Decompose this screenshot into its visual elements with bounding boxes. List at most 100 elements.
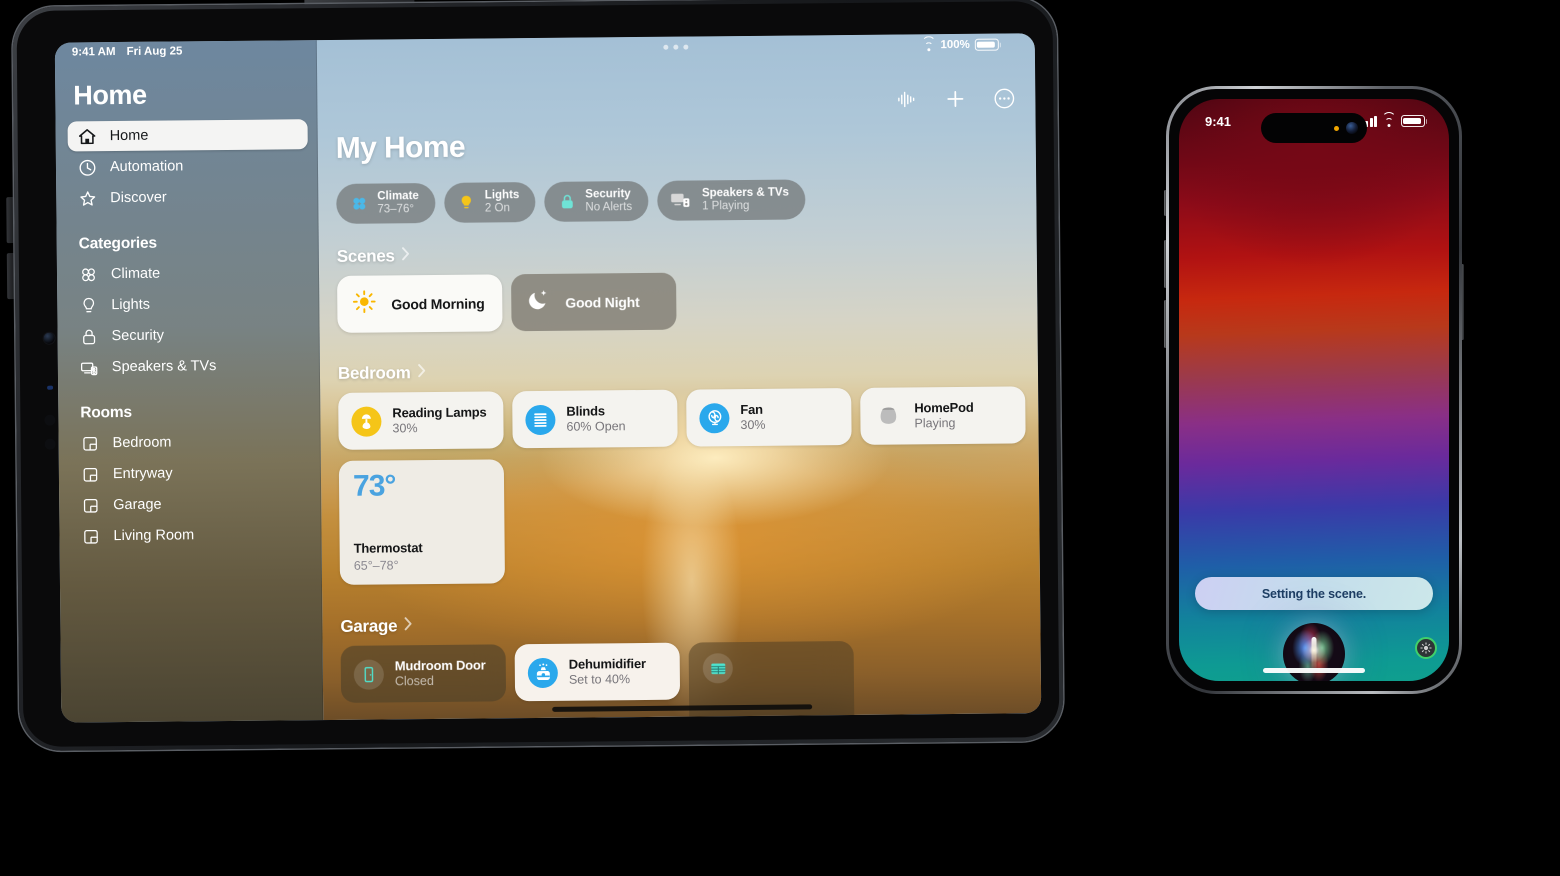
- device-tile-fan[interactable]: Fan 30%: [686, 387, 852, 447]
- scene-card-good-night[interactable]: Good Night: [511, 272, 677, 332]
- lightbulb-toggle-icon[interactable]: [1415, 637, 1437, 659]
- waveform-icon[interactable]: [893, 86, 919, 112]
- section-title: Garage: [340, 616, 398, 636]
- homepod-icon: [873, 401, 903, 431]
- dynamic-island[interactable]: [1261, 113, 1367, 143]
- sidebar-item-security[interactable]: Security: [69, 319, 309, 351]
- sun-icon: [352, 290, 376, 319]
- status-pill-subtitle: 2 On: [484, 202, 510, 215]
- ipad-microphone-icon: [44, 414, 56, 426]
- plus-icon[interactable]: [942, 86, 968, 112]
- section-header-garage[interactable]: Garage: [340, 616, 413, 637]
- door-icon: [353, 658, 384, 690]
- sidebar-item-automation[interactable]: Automation: [68, 150, 308, 182]
- device-tile-dehumidifier[interactable]: Dehumidifier Set to 40%: [514, 642, 681, 702]
- iphone-home-indicator[interactable]: [1263, 668, 1365, 673]
- status-pill-subtitle: 1 Playing: [702, 199, 750, 213]
- device-name: Fan: [740, 401, 763, 417]
- wifi-icon: [921, 35, 936, 51]
- toolbar: [893, 85, 1017, 112]
- sidebar-item-label: Security: [111, 327, 165, 345]
- device-tile-reading-lamps[interactable]: Reading Lamps 30%: [338, 391, 504, 450]
- device-tile-homepod[interactable]: HomePod Playing: [860, 386, 1026, 445]
- lock-icon: [80, 327, 99, 346]
- multitasking-control[interactable]: [663, 44, 689, 50]
- scene-label: Good Night: [565, 293, 640, 311]
- sidebar-item-label: Automation: [109, 158, 184, 176]
- clock-arrow-icon: [78, 158, 97, 177]
- sidebar-item-living-room[interactable]: Living Room: [71, 519, 311, 551]
- device-tile-thermostat[interactable]: 73° Thermostat 65°–78°: [338, 459, 505, 585]
- multitasking-dot: [673, 44, 679, 50]
- sidebar-item-garage[interactable]: Garage: [71, 488, 311, 520]
- star-icon: [78, 189, 97, 208]
- siri-response-bubble: Setting the scene.: [1195, 577, 1433, 610]
- ipad-chassis: 9:41 AM Fri Aug 25 Home Home Automation …: [12, 0, 1064, 751]
- screenshot-stage: 9:41 AM Fri Aug 25 Home Home Automation …: [0, 0, 1560, 876]
- fan-circle-icon: [699, 402, 730, 433]
- iphone-screen: 9:41 Setting the scene.: [1179, 99, 1449, 681]
- house-icon: [78, 127, 97, 146]
- sidebar-item-entryway[interactable]: Entryway: [71, 457, 311, 489]
- device-status: Playing: [914, 415, 956, 431]
- thermostat-range: 65°–78°: [353, 558, 399, 573]
- status-pill-security[interactable]: Security No Alerts: [544, 180, 649, 222]
- status-pill-speakers-tvs[interactable]: Speakers & TVs 1 Playing: [656, 179, 806, 221]
- device-name: Reading Lamps: [392, 404, 487, 420]
- sidebar-item-label: Discover: [110, 189, 167, 207]
- sidebar-item-climate[interactable]: Climate: [69, 257, 309, 289]
- room-icon: [81, 527, 100, 546]
- status-pill-climate[interactable]: Climate 73–76°: [336, 182, 436, 224]
- page-title: My Home: [335, 130, 466, 165]
- battery-icon: [974, 38, 999, 51]
- ipad-sensor-icon: [47, 385, 54, 390]
- status-pill-title: Lights: [484, 188, 520, 202]
- lock-icon: [557, 192, 576, 211]
- ipad-screen: 9:41 AM Fri Aug 25 Home Home Automation …: [54, 33, 1042, 723]
- device-name: Blinds: [566, 402, 605, 419]
- siri-response-text: Setting the scene.: [1261, 586, 1367, 601]
- ellipsis-circle-icon[interactable]: [991, 85, 1017, 111]
- iphone-status-time: 9:41: [1205, 113, 1232, 129]
- multitasking-dot: [663, 44, 669, 50]
- sidebar-item-label: Climate: [110, 265, 161, 283]
- sidebar-item-bedroom[interactable]: Bedroom: [70, 426, 310, 458]
- sidebar: 9:41 AM Fri Aug 25 Home Home Automation …: [54, 40, 324, 723]
- room-icon: [81, 496, 100, 515]
- status-pill-title: Security: [585, 187, 631, 201]
- device-status: 60% Open: [566, 418, 626, 434]
- camera-icon: [1346, 122, 1358, 134]
- orange-privacy-dot: [1334, 125, 1339, 131]
- chevron-right-icon: [400, 246, 410, 266]
- fan-icon: [349, 194, 368, 213]
- status-pill-lights[interactable]: Lights 2 On: [443, 182, 536, 223]
- sidebar-item-discover[interactable]: Discover: [68, 181, 308, 213]
- ipad-bezel: 9:41 AM Fri Aug 25 Home Home Automation …: [16, 1, 1060, 747]
- battery-percent-label: 100%: [940, 38, 970, 52]
- status-bar-date: Fri Aug 25: [126, 45, 183, 58]
- device-status: 30%: [392, 420, 418, 436]
- device-tile-mudroom-door[interactable]: Mudroom Door Closed: [340, 644, 507, 703]
- ipad-front-camera-icon: [43, 332, 55, 344]
- section-header-bedroom[interactable]: Bedroom: [338, 363, 427, 384]
- wifi-icon: [1382, 111, 1396, 127]
- status-pill-title: Climate: [377, 189, 419, 203]
- status-pill-subtitle: 73–76°: [377, 203, 415, 216]
- ipad-device: 9:41 AM Fri Aug 25 Home Home Automation …: [4, 0, 1071, 761]
- device-tile-blinds[interactable]: Blinds 60% Open: [512, 389, 678, 449]
- sidebar-item-speakers-tvs[interactable]: Speakers & TVs: [70, 350, 310, 382]
- sidebar-item-lights[interactable]: Lights: [69, 288, 309, 320]
- moon-icon: [526, 288, 550, 317]
- sidebar-rooms-header: Rooms: [80, 403, 132, 422]
- device-name: Dehumidifier: [568, 655, 646, 672]
- iphone-device: 9:41 Setting the scene.: [1164, 86, 1464, 694]
- thermostat-temperature: 73°: [352, 469, 396, 503]
- sidebar-item-home[interactable]: Home: [67, 119, 308, 152]
- blinds-icon: [525, 404, 556, 435]
- section-header-scenes[interactable]: Scenes: [337, 246, 411, 267]
- lightbulb-icon: [457, 193, 476, 212]
- scene-card-good-morning[interactable]: Good Morning: [337, 274, 503, 333]
- iphone-chassis: 9:41 Setting the scene.: [1166, 86, 1462, 694]
- chevron-right-icon: [416, 363, 426, 383]
- device-name: HomePod: [914, 399, 974, 415]
